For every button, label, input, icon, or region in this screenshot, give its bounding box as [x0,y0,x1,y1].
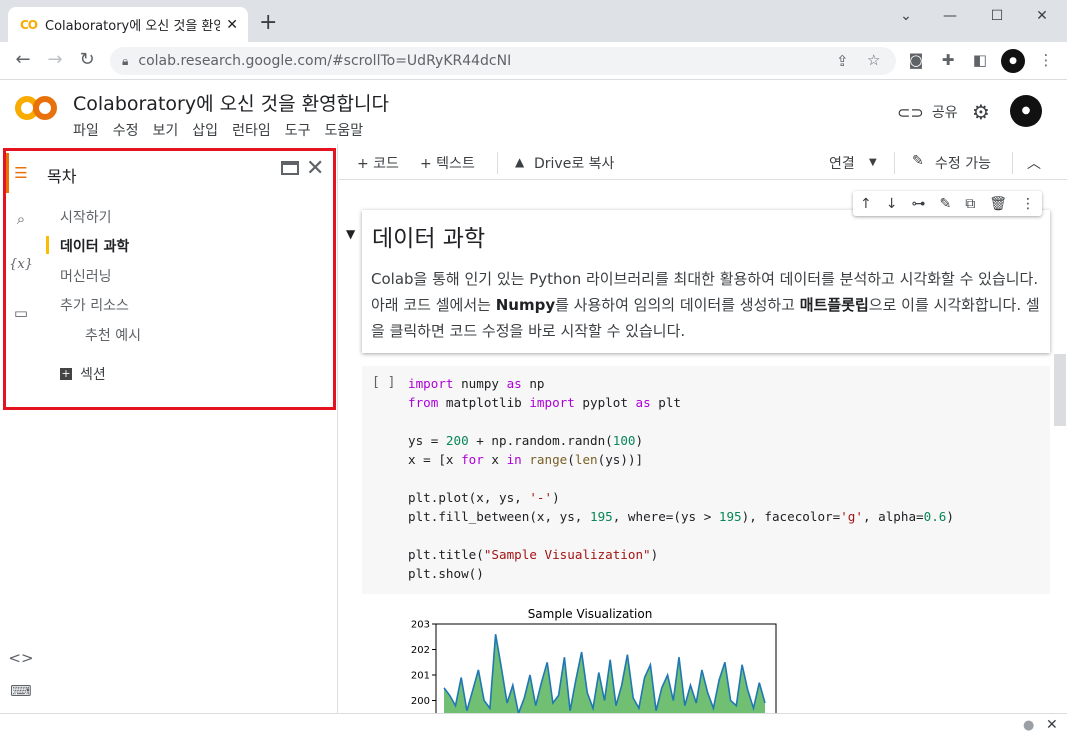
forward-icon[interactable]: → [44,50,66,70]
colab-favicon-icon: CO [20,17,38,32]
menu-file[interactable]: 파일 [73,120,99,140]
url-text: colab.research.google.com/#scrollTo=UdRy… [138,53,512,69]
notebook-toolbar: + 코드 + 텍스트 ▲ Drive로 복사 연결 ▼ ✎ 수정 가능 ︿ [339,144,1067,180]
copy-to-drive-button[interactable]: Drive로 복사 [534,153,614,173]
browser-tab-strip: CO Colaboratory에 오신 것을 환영합니다 ✕ + ⌄ — ☐ ✕ [0,0,1067,42]
menu-tools[interactable]: 도구 [285,120,311,140]
menu-runtime[interactable]: 런타임 [232,120,271,140]
command-palette-icon[interactable]: ⌨ [8,682,34,700]
code-snippets-icon[interactable]: <> [8,649,34,667]
browser-tab[interactable]: CO Colaboratory에 오신 것을 환영합니다 ✕ [8,7,248,42]
minimize-icon[interactable]: — [940,8,960,24]
extensions-icon[interactable]: ✚ [937,51,959,69]
browser-toolbar: ← → ↻ 🔒︎ colab.research.google.com/#scro… [0,42,1067,80]
more-icon[interactable]: ⋮ [1021,196,1035,212]
tab-close-icon[interactable]: ✕ [226,17,238,33]
back-icon[interactable]: ← [12,50,34,70]
tab-title: Colaboratory에 오신 것을 환영합니다 [45,19,221,34]
bookmark-star-icon[interactable]: ☆ [867,51,880,69]
menu-insert[interactable]: 삽입 [192,120,218,140]
menu-view[interactable]: 보기 [153,120,179,140]
cell-toolbar: ↑ ↓ ⊶ ✎ ⧉ 🗑︎ ⋮ [853,191,1042,216]
edit-icon[interactable]: ✎ [939,196,951,212]
reload-icon[interactable]: ↻ [76,50,98,70]
y-tick-label: 200 [411,696,430,707]
browser-profile-avatar[interactable]: ● [1001,49,1025,73]
move-down-icon[interactable]: ↓ [886,196,898,212]
delete-icon[interactable]: 🗑︎ [989,196,1007,212]
edit-mode-button[interactable]: 수정 가능 [935,153,991,173]
y-tick-label: 201 [411,671,430,682]
toolbar-divider [497,152,498,174]
y-tick-label: 202 [411,645,430,656]
drive-icon: ▲ [515,155,525,169]
output-chart: Sample Visualization 203 202 201 200 [411,607,777,714]
menu-bar: 파일 수정 보기 삽입 런타임 도구 도움말 [73,120,363,140]
collapse-triangle-icon[interactable]: ▼ [346,227,355,241]
section-heading: 데이터 과학 [372,226,486,252]
colab-logo-icon [15,96,57,120]
add-text-button[interactable]: + 텍스트 [420,153,475,173]
move-up-icon[interactable]: ↑ [860,196,872,212]
vertical-scrollbar[interactable] [1054,354,1066,426]
chevron-down-icon[interactable]: ▼ [869,157,877,168]
status-close-icon[interactable]: ✕ [1046,717,1058,733]
status-bar: ● ✕ [0,713,1067,738]
share-page-icon[interactable]: ⇪ [836,52,849,70]
share-button[interactable]: ⊂⊃ 공유 [897,102,958,122]
run-cell-button[interactable]: [ ] [372,375,395,390]
account-avatar[interactable]: ● [1010,95,1042,127]
text-cell-paragraph: Colab을 통해 인기 있는 Python 라이브러리를 최대한 활용하여 데… [371,270,1040,340]
pencil-icon: ✎ [912,153,924,169]
tab-search-icon[interactable]: ⌄ [896,8,916,24]
chevron-up-icon[interactable]: ︿ [1027,153,1041,173]
side-panel-icon[interactable]: ◧ [969,51,991,69]
code-editor[interactable]: import numpy as np from matplotlib impor… [408,374,954,583]
share-label: 공유 [931,105,958,121]
new-tab-button[interactable]: + [259,12,277,34]
colab-header: Colaboratory에 오신 것을 환영합니다 파일 수정 보기 삽입 런타… [0,80,1067,144]
browser-menu-icon[interactable]: ⋮ [1035,51,1057,69]
window-close-icon[interactable]: ✕ [1032,8,1052,24]
y-axis: 203 202 201 200 [411,620,436,707]
toolbar-divider [1012,152,1013,174]
chart-title: Sample Visualization [528,607,653,621]
y-tick-label: 203 [411,620,430,631]
toolbar-divider [894,152,895,174]
maximize-icon[interactable]: ☐ [987,8,1007,24]
link-icon[interactable]: ⊶ [911,196,925,212]
connect-button[interactable]: 연결 [829,153,855,173]
menu-help[interactable]: 도움말 [324,120,363,140]
status-dot-icon: ● [1023,718,1035,733]
notebook-title[interactable]: Colaboratory에 오신 것을 환영합니다 [73,89,389,116]
link-icon: ⊂⊃ [897,102,924,122]
lock-icon: 🔒︎ [122,53,129,68]
highlight-box [3,148,336,410]
add-code-button[interactable]: + 코드 [357,153,399,173]
address-bar[interactable]: 🔒︎ colab.research.google.com/#scrollTo=U… [110,47,896,75]
mirror-cell-icon[interactable]: ⧉ [965,196,975,212]
menu-edit[interactable]: 수정 [113,120,139,140]
camera-icon[interactable]: ◙ [905,51,927,69]
settings-gear-icon[interactable]: ⚙ [972,100,990,124]
